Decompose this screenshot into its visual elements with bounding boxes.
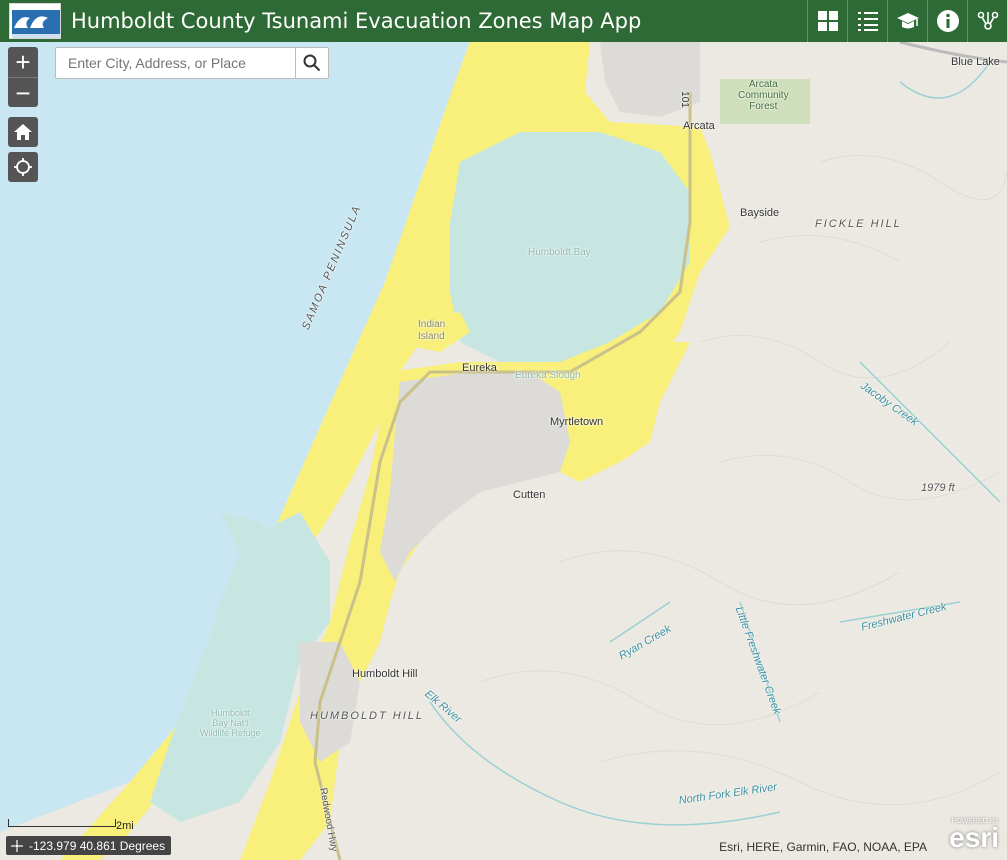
education-button[interactable] bbox=[887, 0, 927, 42]
coordinate-text: -123.979 40.861 Degrees bbox=[29, 838, 166, 853]
search-widget bbox=[55, 47, 329, 79]
locate-button[interactable] bbox=[8, 152, 38, 182]
search-icon bbox=[303, 54, 321, 72]
search-input[interactable] bbox=[56, 48, 295, 78]
overview-map-button[interactable] bbox=[807, 0, 847, 42]
label-hwy-101: 101 bbox=[678, 91, 690, 108]
share-icon bbox=[977, 11, 998, 30]
label-cutten: Cutten bbox=[513, 489, 546, 501]
label-bayside: Bayside bbox=[740, 207, 780, 219]
label-blue-lake: Blue Lake bbox=[951, 56, 1000, 68]
about-button[interactable] bbox=[927, 0, 967, 42]
list-icon bbox=[857, 12, 878, 31]
map-view[interactable]: Blue Lake Arcata Community Forest Arcata… bbox=[0, 42, 1007, 860]
label-eureka-slough: Eureka Slough bbox=[515, 370, 581, 381]
label-eureka: Eureka bbox=[462, 362, 497, 374]
label-humboldt-hill-town: Humboldt Hill bbox=[352, 668, 418, 680]
label-indian-island: Indian Island bbox=[418, 319, 446, 342]
coordinate-readout[interactable]: -123.979 40.861 Degrees bbox=[6, 836, 172, 855]
scalebar-label: 2mi bbox=[116, 820, 134, 832]
locate-icon bbox=[14, 158, 32, 176]
app-title: Humboldt County Tsunami Evacuation Zones… bbox=[71, 9, 642, 33]
label-humboldt-bay: Humboldt Bay bbox=[528, 247, 591, 258]
esri-brand: esri bbox=[949, 822, 999, 853]
label-elevation: 1979 ft bbox=[921, 482, 955, 494]
label-arcata-forest: Arcata Community Forest bbox=[738, 79, 789, 112]
scalebar: 2mi bbox=[8, 817, 134, 833]
label-wildlife-refuge: Humboldt Bay Nat'l Wildlife Refuge bbox=[200, 708, 261, 738]
home-icon bbox=[14, 124, 32, 140]
info-icon bbox=[936, 10, 959, 32]
graduation-cap-icon bbox=[896, 13, 919, 29]
legend-button[interactable] bbox=[847, 0, 887, 42]
search-button[interactable] bbox=[295, 48, 328, 78]
scalebar-line bbox=[8, 819, 116, 827]
zoom-control: + − bbox=[8, 47, 38, 107]
app-header: Humboldt County Tsunami Evacuation Zones… bbox=[0, 0, 1007, 42]
zoom-in-button[interactable]: + bbox=[8, 47, 38, 77]
label-fickle-hill: FICKLE HILL bbox=[815, 218, 902, 230]
zoom-out-button[interactable]: − bbox=[8, 77, 38, 107]
header-toolbar bbox=[807, 0, 1007, 42]
crosshair-icon bbox=[11, 839, 23, 852]
map-attribution: Esri, HERE, Garmin, FAO, NOAA, EPA bbox=[719, 840, 927, 854]
label-arcata: Arcata bbox=[683, 120, 715, 132]
grid-icon bbox=[817, 11, 838, 31]
esri-logo: POWERED BY esri bbox=[935, 818, 999, 856]
basemap bbox=[0, 42, 1007, 860]
label-myrtletown: Myrtletown bbox=[550, 416, 604, 428]
county-logo bbox=[9, 3, 61, 39]
home-button[interactable] bbox=[8, 117, 38, 147]
label-humboldt-hill-area: HUMBOLDT HILL bbox=[310, 710, 425, 722]
share-button[interactable] bbox=[967, 0, 1007, 42]
